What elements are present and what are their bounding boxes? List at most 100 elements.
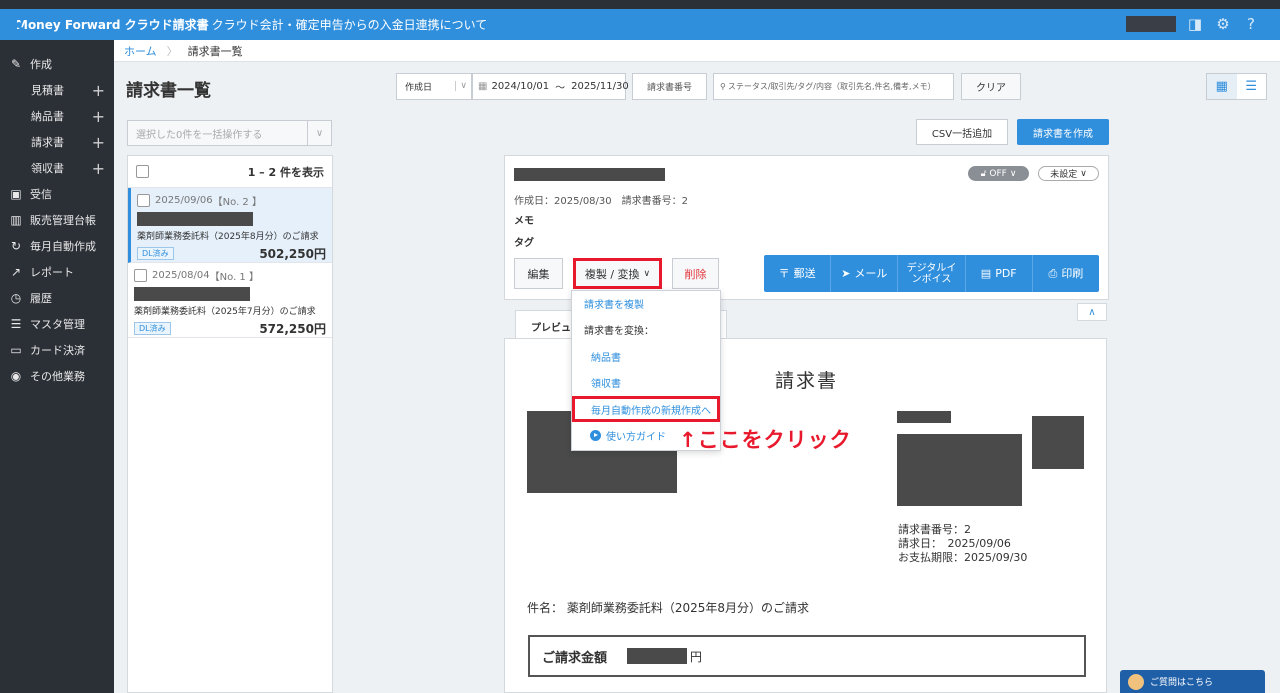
help-button[interactable]: ご質問はこちら <box>1120 670 1265 693</box>
invoice-date-line: 請求日： 2025/09/06 <box>898 537 1011 550</box>
memo-label[interactable]: メモ <box>514 212 534 227</box>
edit-button[interactable]: 編集 <box>514 258 563 289</box>
plus-icon[interactable]: + <box>92 81 105 100</box>
item-checkbox[interactable] <box>134 269 147 282</box>
sidebar-item-label: 領収書 <box>31 162 64 175</box>
sidebar-item-create[interactable]: ✎ 作成 <box>0 51 114 77</box>
plus-icon[interactable]: + <box>92 107 105 126</box>
create-invoice-button[interactable]: 請求書を作成 <box>1017 119 1109 145</box>
grid-view-icon[interactable]: ▦ <box>1207 74 1237 99</box>
select-all-checkbox[interactable] <box>136 165 149 178</box>
breadcrumb: ホーム 〉 請求書一覧 <box>114 40 1280 62</box>
item-checkbox[interactable] <box>137 194 150 207</box>
list-view-icon[interactable]: ☰ <box>1237 74 1267 99</box>
menu-item-copy[interactable]: 請求書を複製 <box>572 292 720 314</box>
toggle-label: OFF <box>989 168 1007 179</box>
sidebar-item-card[interactable]: ▭ カード決済 <box>0 337 114 363</box>
item-number: 【No. 1 】 <box>209 272 259 283</box>
help-label: ご質問はこちら <box>1150 678 1214 688</box>
list-icon: ☰ <box>10 317 22 331</box>
total-amount-redacted <box>627 648 688 664</box>
print-button[interactable]: ⎙ 印刷 <box>1033 255 1099 292</box>
search-input[interactable]: ⚲ ステータス/取引先/タグ/内容（取引先名,件名,備考,メモ） <box>713 73 954 100</box>
annotation-text: ↑ここをクリック <box>679 428 852 452</box>
date-range-input[interactable]: ▦ 2024/10/01 〜 2025/11/30 <box>472 73 629 100</box>
date-from: 2024/10/01 <box>491 81 550 92</box>
menu-item-receipt[interactable]: 領収書 <box>572 371 720 393</box>
other-icon: ◉ <box>10 369 22 383</box>
date-type-value: 作成日 <box>405 83 433 93</box>
main-content: ホーム 〉 請求書一覧 請求書一覧 作成日 ∨ ▦ 2024/10/01 〜 2… <box>114 40 1280 693</box>
sidebar-item-other[interactable]: ◉ その他業務 <box>0 363 114 389</box>
sidebar-item-label: レポート <box>30 266 74 279</box>
mail-post-button[interactable]: 〒郵送 <box>764 255 832 292</box>
lock-toggle[interactable]: 🔓︎ OFF ∨ <box>968 166 1029 181</box>
window-top-bar <box>0 0 1280 9</box>
invoice-number-line: 請求書番号：2 <box>898 523 971 536</box>
status-select[interactable]: 未設定 ∨ <box>1038 166 1099 181</box>
support-avatar-icon <box>1128 673 1144 690</box>
sidebar-item-report[interactable]: ↗ レポート <box>0 259 114 285</box>
status-badge: DL済み <box>137 247 174 260</box>
sidebar-item-label: マスタ管理 <box>30 318 85 331</box>
page-title: 請求書一覧 <box>126 81 211 101</box>
csv-import-button[interactable]: CSV一括追加 <box>916 119 1008 145</box>
plus-icon[interactable]: + <box>92 133 105 152</box>
chart-icon: ↗ <box>10 265 22 279</box>
document-icon: ▤ <box>980 267 992 280</box>
copy-convert-button[interactable]: 複製 / 変換 ∨ <box>573 258 662 289</box>
delete-button[interactable]: 削除 <box>672 258 719 289</box>
breadcrumb-home[interactable]: ホーム <box>114 43 167 59</box>
bookmark-icon[interactable]: ◨ <box>1186 15 1204 33</box>
list-item[interactable]: 2025/09/06 【No. 2 】 薬剤師業務委託料（2025年8月分）のご… <box>128 188 332 263</box>
logo-text: Money Forward クラウド請求書 <box>16 18 209 32</box>
digital-invoice-button[interactable]: デジタルインボイス <box>898 255 966 292</box>
bulk-action-select[interactable]: 選択した0件を一括操作する ∨ <box>127 120 332 146</box>
chevron-up-icon[interactable]: ∧ <box>1077 303 1107 321</box>
clear-button[interactable]: クリア <box>961 73 1021 100</box>
pdf-button[interactable]: ▤ PDF <box>966 255 1033 292</box>
chevron-right-icon: › <box>200 16 206 33</box>
user-name-redacted[interactable] <box>1126 16 1176 32</box>
sidebar-item-ledger[interactable]: ▥ 販売管理台帳 <box>0 207 114 233</box>
title-bar: 請求書一覧 作成日 ∨ ▦ 2024/10/01 〜 2025/11/30 請求… <box>114 62 1280 114</box>
invoice-list: 1 – 2 件を表示 2025/09/06 【No. 2 】 薬剤師業務委託料（… <box>127 155 333 693</box>
view-toggle: ▦ ☰ <box>1206 73 1267 100</box>
history-icon: ◷ <box>10 291 22 305</box>
invoice-number-input[interactable]: 請求書番号 <box>632 73 707 100</box>
copy-convert-label: 複製 / 変換 <box>584 267 640 281</box>
sidebar-item-inbox[interactable]: ▣ 受信 <box>0 181 114 207</box>
sidebar-item-master[interactable]: ☰ マスタ管理 <box>0 311 114 337</box>
menu-item-delivery[interactable]: 納品書 <box>572 345 720 367</box>
item-date: 2025/08/04 <box>152 270 210 281</box>
header-notice[interactable]: › クラウド会計・確定申告からの入金日連携について <box>200 16 487 33</box>
gear-icon[interactable]: ⚙ <box>1214 15 1232 33</box>
card-icon: ▭ <box>10 343 22 357</box>
post-icon: 〒 <box>778 267 790 280</box>
date-type-select[interactable]: 作成日 ∨ <box>396 73 472 100</box>
list-item[interactable]: 2025/08/04 【No. 1 】 薬剤師業務委託料（2025年7月分）のご… <box>128 263 332 338</box>
issuer-name-redacted <box>897 411 951 423</box>
sidebar-item-estimate[interactable]: 見積書 + <box>0 77 114 103</box>
issuer-address-redacted <box>897 434 1022 506</box>
action-label: 郵送 <box>793 267 816 280</box>
sidebar: ✎ 作成 見積書 + 納品書 + 請求書 + 領収書 + ▣ 受信 ▥ 販売管理… <box>0 40 114 693</box>
ledger-icon: ▥ <box>10 213 22 227</box>
app-logo[interactable]: Money Forward クラウド請求書 <box>0 16 209 33</box>
menu-item-monthly[interactable]: 毎月自動作成の新規作成へ <box>572 396 720 422</box>
yen-label: 円 <box>690 649 703 664</box>
plus-icon[interactable]: + <box>92 159 105 178</box>
sidebar-item-delivery[interactable]: 納品書 + <box>0 103 114 129</box>
action-label: PDF <box>995 267 1017 280</box>
sidebar-item-label: 毎月自動作成 <box>30 240 96 253</box>
invoice-detail: 🔓︎ OFF ∨ 未設定 ∨ 作成日：2025/08/30 請求書番号：2 メモ… <box>504 155 1109 300</box>
sidebar-item-history[interactable]: ◷ 履歴 <box>0 285 114 311</box>
sidebar-item-invoice[interactable]: 請求書 + <box>0 129 114 155</box>
sidebar-item-receipt[interactable]: 領収書 + <box>0 155 114 181</box>
item-subject: 薬剤師業務委託料（2025年7月分）のご請求 <box>134 307 316 317</box>
repeat-icon: ↻ <box>10 239 22 253</box>
help-icon[interactable]: ? <box>1242 15 1260 33</box>
email-button[interactable]: ➤ メール <box>831 255 899 292</box>
tag-label[interactable]: タグ <box>514 234 534 249</box>
sidebar-item-monthly[interactable]: ↻ 毎月自動作成 <box>0 233 114 259</box>
